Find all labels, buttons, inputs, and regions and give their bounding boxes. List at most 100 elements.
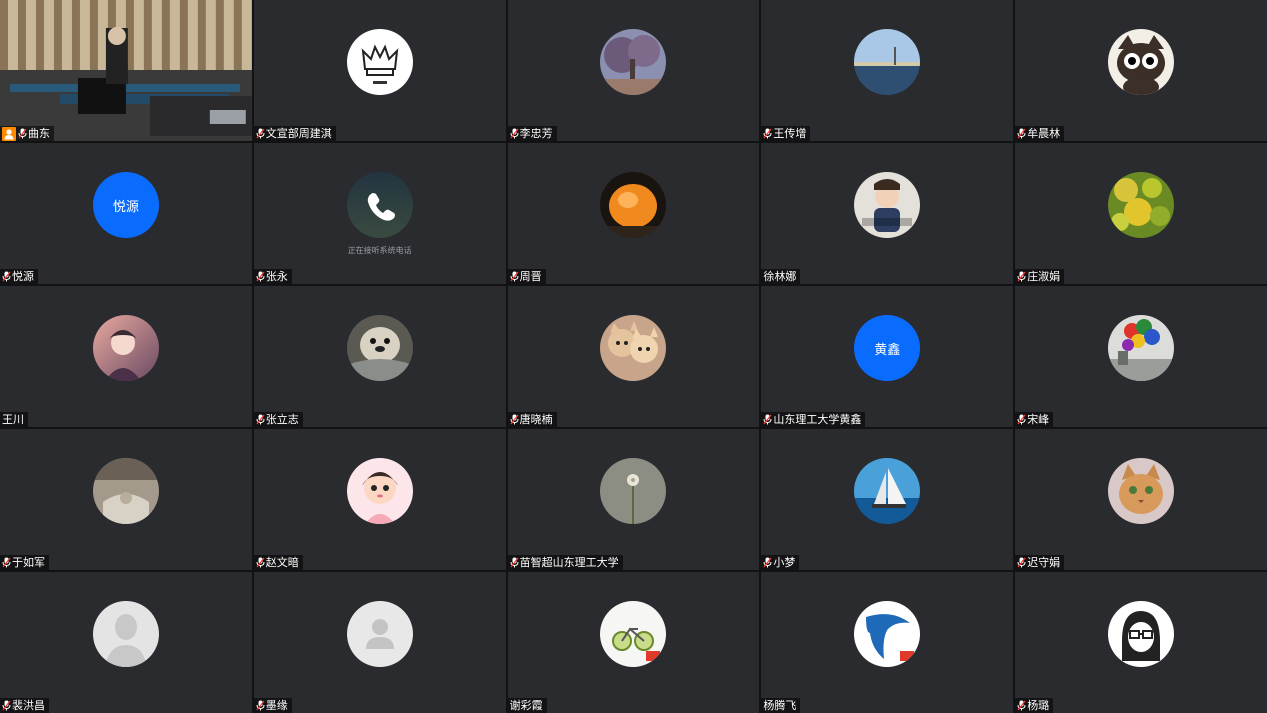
lake-photo-icon bbox=[854, 29, 921, 95]
participant-tile[interactable]: 杨腾飞 bbox=[761, 572, 1014, 713]
sailboat-photo-icon bbox=[854, 458, 921, 524]
participant-name-label: 王传增 bbox=[761, 126, 811, 141]
participant-name: 文宣部周建淇 bbox=[265, 127, 332, 140]
mic-muted-icon bbox=[763, 557, 772, 568]
mic-muted-icon bbox=[510, 414, 519, 425]
mic-muted-icon bbox=[2, 557, 11, 568]
leaves-photo-icon bbox=[1108, 172, 1175, 238]
otter-photo-icon bbox=[346, 315, 413, 381]
participant-name: 宋峰 bbox=[1027, 413, 1050, 426]
participant-tile[interactable]: 牟晨林 bbox=[1015, 0, 1267, 141]
cat-painting-icon bbox=[1108, 458, 1175, 524]
participant-name: 山东理工大学黄鑫 bbox=[773, 413, 862, 426]
default-person-icon bbox=[92, 601, 159, 667]
participant-tile[interactable]: 张立志 bbox=[253, 286, 506, 427]
boy-illustration-icon bbox=[92, 315, 159, 381]
participant-name-label: 唐晓楠 bbox=[507, 412, 557, 427]
participant-name: 牟晨林 bbox=[1027, 127, 1061, 140]
mic-muted-icon bbox=[1017, 557, 1026, 568]
mic-muted-icon bbox=[1017, 700, 1026, 711]
participant-tile[interactable]: 迟守娟 bbox=[1015, 429, 1267, 570]
participant-name: 墨缘 bbox=[265, 699, 288, 712]
mic-muted-icon bbox=[510, 271, 519, 282]
participant-name: 谢彩霞 bbox=[509, 699, 543, 712]
participant-tile[interactable]: 曲东 bbox=[0, 0, 252, 141]
mic-muted-icon bbox=[18, 128, 27, 139]
participant-name: 徐林娜 bbox=[763, 270, 797, 283]
participant-name-label: 牟晨林 bbox=[1015, 126, 1065, 141]
mic-muted-icon bbox=[1017, 271, 1026, 282]
participant-name: 庄淑娟 bbox=[1027, 270, 1061, 283]
participant-name-label: 赵文暗 bbox=[253, 555, 303, 570]
participant-name-label: 宋峰 bbox=[1015, 412, 1054, 427]
crown-logo-icon bbox=[346, 29, 413, 95]
default-user-icon bbox=[346, 601, 413, 667]
participant-name-label: 周晋 bbox=[507, 269, 546, 284]
mic-muted-icon bbox=[1017, 128, 1026, 139]
participant-name: 唐晓楠 bbox=[519, 413, 553, 426]
participant-tile[interactable]: 于如军 bbox=[0, 429, 252, 570]
host-user-icon bbox=[2, 126, 16, 141]
baby-photo-icon bbox=[854, 172, 921, 238]
participant-tile[interactable]: 裴洪昌 bbox=[0, 572, 252, 713]
mic-muted-icon bbox=[763, 414, 772, 425]
text-avatar: 黄鑫 bbox=[854, 315, 921, 381]
participant-name-label: 张立志 bbox=[253, 412, 303, 427]
participant-name-label: 李忠芳 bbox=[507, 126, 557, 141]
participant-grid: 曲东 文宣部周建淇 李忠芳 王传增 牟晨林 悦源 悦源 正在接听系统电话 张永 周晋 徐林娜 庄淑娟王… bbox=[0, 0, 1267, 713]
participant-tile[interactable]: 小梦 bbox=[761, 429, 1014, 570]
phone-icon bbox=[346, 172, 413, 238]
participant-tile[interactable]: 墨缘 bbox=[253, 572, 506, 713]
participant-tile[interactable]: 庄淑娟 bbox=[1015, 143, 1267, 284]
participant-name-label: 山东理工大学黄鑫 bbox=[761, 412, 866, 427]
participant-name: 悦源 bbox=[12, 270, 34, 283]
participant-name: 张立志 bbox=[265, 413, 299, 426]
blurred-photo-icon bbox=[92, 458, 159, 524]
participant-tile[interactable]: 周晋 bbox=[507, 143, 760, 284]
participant-tile[interactable]: 苗智超山东理工大学 bbox=[507, 429, 760, 570]
participant-name-label: 悦源 bbox=[0, 269, 38, 284]
mic-muted-icon bbox=[256, 414, 265, 425]
participant-name-label: 王川 bbox=[0, 412, 28, 427]
mic-muted-icon bbox=[256, 128, 265, 139]
participant-tile[interactable]: 赵文暗 bbox=[253, 429, 506, 570]
participant-tile[interactable]: 徐林娜 bbox=[761, 143, 1014, 284]
call-status-text: 正在接听系统电话 bbox=[347, 246, 412, 255]
participant-name-label: 墨缘 bbox=[253, 698, 292, 713]
cat-cartoon-icon bbox=[1108, 29, 1175, 95]
participant-tile[interactable]: 黄鑫山东理工大学黄鑫 bbox=[761, 286, 1014, 427]
participant-name: 杨腾飞 bbox=[763, 699, 797, 712]
participant-tile[interactable]: 正在接听系统电话张永 bbox=[253, 143, 506, 284]
participant-tile[interactable]: 李忠芳 bbox=[507, 0, 760, 141]
participant-name-label: 苗智超山东理工大学 bbox=[507, 555, 623, 570]
mic-muted-icon bbox=[510, 557, 519, 568]
participant-tile[interactable]: 宋峰 bbox=[1015, 286, 1267, 427]
participant-tile[interactable]: 王川 bbox=[0, 286, 252, 427]
participant-tile[interactable]: 杨璐 bbox=[1015, 572, 1267, 713]
participant-name-label: 裴洪昌 bbox=[0, 698, 49, 713]
participant-name: 杨璐 bbox=[1027, 699, 1050, 712]
mic-muted-icon bbox=[256, 557, 265, 568]
participant-name: 曲东 bbox=[28, 127, 50, 140]
participant-name-label: 张永 bbox=[253, 269, 292, 284]
mic-muted-icon bbox=[1017, 414, 1026, 425]
participant-tile[interactable]: 谢彩霞 bbox=[507, 572, 760, 713]
participant-name-label: 杨腾飞 bbox=[761, 698, 801, 713]
orange-lamp-icon bbox=[600, 172, 667, 238]
participant-name: 裴洪昌 bbox=[12, 699, 45, 712]
tree-photo-icon bbox=[600, 29, 667, 95]
participant-name-label: 于如军 bbox=[0, 555, 49, 570]
glasses-girl-icon bbox=[1108, 601, 1175, 667]
participant-name: 李忠芳 bbox=[519, 127, 553, 140]
participant-tile[interactable]: 唐晓楠 bbox=[507, 286, 760, 427]
participant-name-label: 徐林娜 bbox=[761, 269, 801, 284]
participant-tile[interactable]: 悦源 悦源 bbox=[0, 143, 252, 284]
participant-name-label: 庄淑娟 bbox=[1015, 269, 1065, 284]
participant-name-label: 小梦 bbox=[761, 555, 800, 570]
participant-tile[interactable]: 文宣部周建淇 bbox=[253, 0, 506, 141]
mic-muted-icon bbox=[256, 700, 265, 711]
participant-name: 苗智超山东理工大学 bbox=[519, 556, 619, 569]
participant-tile[interactable]: 王传增 bbox=[761, 0, 1014, 141]
girl-cartoon-icon bbox=[346, 458, 413, 524]
participant-name-label: 文宣部周建淇 bbox=[253, 126, 336, 141]
